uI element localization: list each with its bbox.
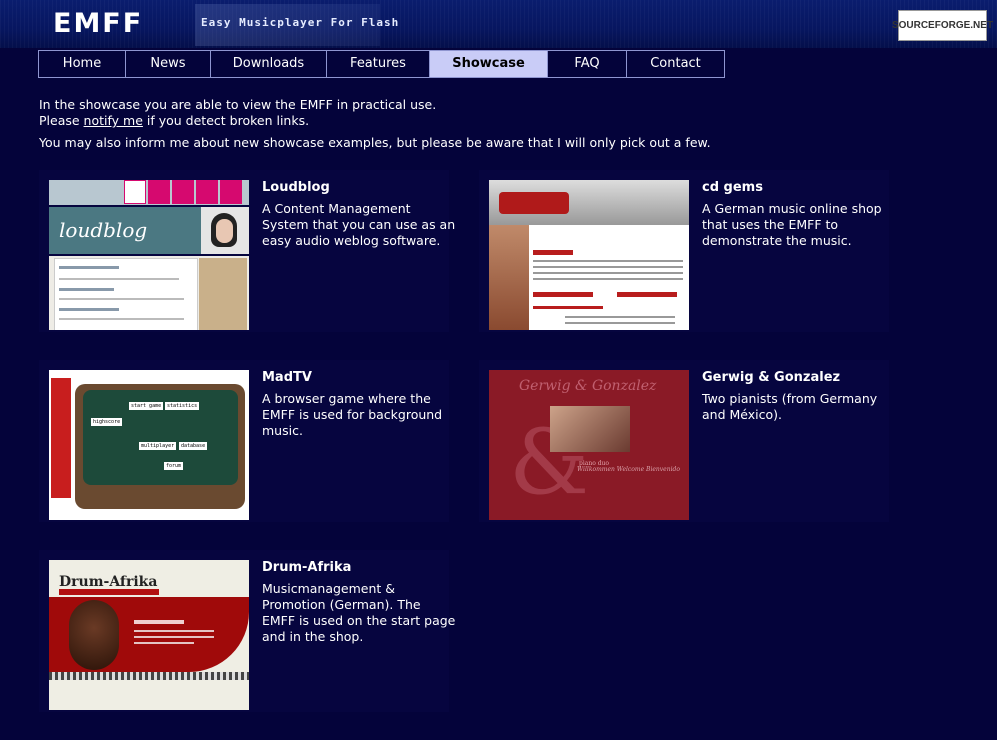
tab-home[interactable]: Home [39,51,126,77]
card-description: A browser game where the EMFF is used fo… [262,391,443,438]
card-description: Musicmanagement & Promotion (German). Th… [262,581,456,644]
card-title[interactable]: Gerwig & Gonzalez [702,370,840,385]
tab-faq[interactable]: FAQ [548,51,627,77]
intro-text: In the showcase you are able to view the… [39,97,939,151]
intro-line-2-prefix: Please [39,113,84,128]
madtv-label: multiplayer [139,442,177,450]
loudblog-thumbnail[interactable]: loudblog [49,180,249,330]
showcase-card-cdgems: cd gems A German music online shop that … [479,170,889,332]
drum-afrika-thumbnail[interactable]: Drum-Afrika [49,560,249,710]
intro-line-2: Please notify me if you detect broken li… [39,113,939,129]
cdgems-thumbnail[interactable] [489,180,689,330]
card-title[interactable]: Drum-Afrika [262,560,351,575]
header-pattern [0,0,997,48]
card-title[interactable]: cd gems [702,180,763,195]
card-description: A German music online shop that uses the… [702,201,882,248]
header: EMFF Easy Musicplayer For Flash SOURCEFO… [0,0,997,48]
madtv-label: highscore [91,418,123,426]
loudblog-thumb-logo: loudblog [59,218,148,242]
tab-contact[interactable]: Contact [627,51,724,77]
card-title[interactable]: MadTV [262,370,312,385]
madtv-thumbnail[interactable]: start game statistics highscore multipla… [49,370,249,520]
madtv-label: start game [129,402,164,410]
card-title[interactable]: Loudblog [262,180,330,195]
showcase-card-drum-afrika: Drum-Afrika Drum-Afrika Musicmanagement … [39,550,455,712]
tab-features[interactable]: Features [327,51,430,77]
tab-downloads[interactable]: Downloads [211,51,327,77]
notify-me-link[interactable]: notify me [84,113,143,128]
drum-afrika-thumb-logo: Drum-Afrika [59,574,158,590]
gerwig-gonzalez-thumbnail[interactable]: & Gerwig & Gonzalez piano duo Willkommen… [489,370,689,520]
card-description: A Content Management System that you can… [262,201,456,248]
madtv-label: forum [164,462,184,470]
showcase-card-madtv: start game statistics highscore multipla… [39,360,449,522]
main-nav: Home News Downloads Features Showcase FA… [38,50,725,78]
madtv-label: database [179,442,208,450]
card-description: Two pianists (from Germany and México). [702,391,878,422]
tab-news[interactable]: News [126,51,211,77]
sourceforge-badge[interactable]: SOURCEFORGE.NET [892,10,993,41]
madtv-label: statistics [165,402,200,410]
site-logo[interactable]: EMFF [53,8,143,39]
tab-showcase[interactable]: Showcase [430,51,548,77]
gerwig-thumb-nav: Willkommen Welcome Bienvenido [577,466,680,473]
showcase-card-gerwig-gonzalez: & Gerwig & Gonzalez piano duo Willkommen… [479,360,889,522]
site-tagline: Easy Musicplayer For Flash [201,16,400,29]
intro-line-2-suffix: if you detect broken links. [142,113,310,128]
intro-line-3: You may also inform me about new showcas… [39,135,711,150]
intro-line-1: In the showcase you are able to view the… [39,97,437,112]
showcase-card-loudblog: loudblog Loudblog A Content Management S… [39,170,455,332]
gerwig-thumb-title: Gerwig & Gonzalez [519,378,657,394]
